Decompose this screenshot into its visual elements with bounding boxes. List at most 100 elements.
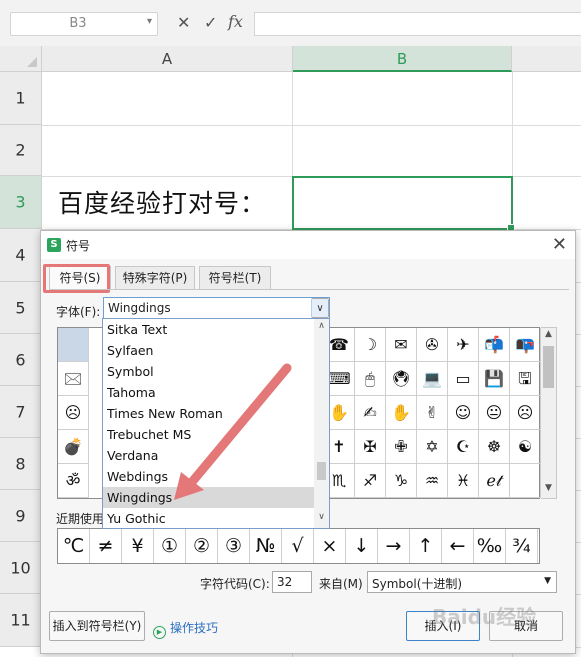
symbol-cell[interactable]: ☯ xyxy=(510,430,541,464)
row-header-11[interactable]: 11 xyxy=(0,594,42,647)
scroll-thumb[interactable] xyxy=(543,346,554,388)
chevron-down-icon[interactable]: ▼ xyxy=(544,576,551,586)
cell-b3-selected[interactable] xyxy=(292,176,515,232)
close-icon[interactable]: ✕ xyxy=(552,234,567,255)
font-option[interactable]: Sylfaen xyxy=(103,340,315,361)
scroll-thumb[interactable] xyxy=(317,462,326,480)
symbol-cell[interactable] xyxy=(510,464,541,498)
symbol-grid-scrollbar[interactable]: ▲ ▼ xyxy=(541,327,557,499)
recent-symbol-cell[interactable]: → xyxy=(378,529,410,563)
from-select[interactable]: Symbol(十进制) ▼ xyxy=(367,571,557,593)
symbol-cell[interactable]: ☹ xyxy=(510,396,541,430)
symbol-cell[interactable]: ☹ xyxy=(58,396,89,430)
symbol-cell[interactable]: ℯ𝓉 xyxy=(479,464,510,498)
recent-symbol-cell[interactable]: ℃ xyxy=(58,529,90,563)
symbol-cell[interactable]: ✡ xyxy=(417,430,448,464)
row-header-5[interactable]: 5 xyxy=(0,282,42,334)
font-option[interactable]: Yu Gothic xyxy=(103,508,315,529)
symbol-cell[interactable]: 📭 xyxy=(510,328,541,362)
recent-symbol-cell[interactable]: ← xyxy=(442,529,474,563)
font-option[interactable]: Times New Roman xyxy=(103,403,315,424)
recent-symbol-cell[interactable]: √ xyxy=(282,529,314,563)
scroll-up-icon[interactable]: ▲ xyxy=(541,329,556,343)
select-all-corner[interactable] xyxy=(0,46,42,72)
symbol-cell[interactable]: ✇ xyxy=(417,328,448,362)
symbol-cell[interactable]: 💾 xyxy=(479,362,510,396)
symbol-cell[interactable]: ☺ xyxy=(448,396,479,430)
insert-to-symbol-bar-button[interactable]: 插入到符号栏(Y) xyxy=(49,611,145,641)
font-option[interactable]: Verdana xyxy=(103,445,315,466)
row-header-8[interactable]: 8 xyxy=(0,438,42,490)
symbol-cell[interactable]: ✈ xyxy=(448,328,479,362)
scroll-down-icon[interactable]: ▼ xyxy=(541,483,556,497)
symbol-cell[interactable]: ✍ xyxy=(355,396,386,430)
recent-symbol-cell[interactable]: ‰ xyxy=(474,529,506,563)
recent-symbol-cell[interactable]: ③ xyxy=(218,529,250,563)
font-option[interactable]: Trebuchet MS xyxy=(103,424,315,445)
symbol-cell[interactable]: ☪ xyxy=(448,430,479,464)
scroll-down-icon[interactable]: ∨ xyxy=(314,512,329,526)
recent-symbol-cell[interactable]: × xyxy=(314,529,346,563)
row-header-7[interactable]: 7 xyxy=(0,386,42,438)
chevron-down-icon[interactable]: ∨ xyxy=(311,298,329,318)
symbol-cell[interactable]: ✋ xyxy=(386,396,417,430)
symbol-cell[interactable]: 💻 xyxy=(417,362,448,396)
symbol-cell[interactable]: 🖫 xyxy=(510,362,541,396)
symbol-cell[interactable]: 📬 xyxy=(479,328,510,362)
font-option[interactable]: Wingdings xyxy=(103,487,315,508)
symbol-cell[interactable]: ✌ xyxy=(417,396,448,430)
symbol-cell[interactable]: ☽ xyxy=(355,328,386,362)
char-code-input[interactable]: 32 xyxy=(272,571,312,593)
recent-symbol-cell[interactable]: ¥ xyxy=(122,529,154,563)
font-option[interactable]: Sitka Text xyxy=(103,319,315,340)
recent-symbol-cell[interactable]: ↑ xyxy=(410,529,442,563)
symbol-cell[interactable]: ♒ xyxy=(417,464,448,498)
font-dropdown-list[interactable]: Yu Gothic Wingdings Webdings Verdana Trebuch… xyxy=(102,318,330,529)
confirm-icon[interactable]: ✓ xyxy=(204,13,217,32)
symbol-cell[interactable]: ♐ xyxy=(355,464,386,498)
row-header-6[interactable]: 6 xyxy=(0,334,42,386)
row-header-4[interactable]: 4 xyxy=(0,229,42,282)
row-header-10[interactable]: 10 xyxy=(0,542,42,594)
column-header-b[interactable]: B xyxy=(293,46,512,72)
symbol-cell[interactable]: ॐ xyxy=(58,464,89,498)
symbol-cell[interactable]: ✉ xyxy=(386,328,417,362)
symbol-cell[interactable]: ▭ xyxy=(448,362,479,396)
name-box[interactable]: B3 ▾ xyxy=(10,12,158,36)
row-header-9[interactable]: 9 xyxy=(0,490,42,542)
insert-function-icon[interactable]: fx xyxy=(228,12,243,31)
dialog-titlebar[interactable]: S 符号 ✕ xyxy=(41,231,575,259)
row-header-2[interactable]: 2 xyxy=(0,125,42,176)
symbol-cell[interactable]: 🖲 xyxy=(386,362,417,396)
recent-symbol-cell[interactable]: ① xyxy=(154,529,186,563)
cell-a3[interactable]: 百度经验打对号： xyxy=(58,184,266,220)
symbol-cell[interactable]: ♑ xyxy=(386,464,417,498)
tab-special-characters[interactable]: 特殊字符(P) xyxy=(115,266,195,290)
row-header-3[interactable]: 3 xyxy=(0,176,42,229)
column-header-a[interactable]: A xyxy=(42,46,293,72)
symbol-cell[interactable]: 😐 xyxy=(479,396,510,430)
recent-symbol-cell[interactable]: ② xyxy=(186,529,218,563)
symbol-cell[interactable]: 🖂 xyxy=(58,362,89,396)
symbol-cell[interactable]: ✠ xyxy=(355,430,386,464)
font-option[interactable]: Webdings xyxy=(103,466,315,487)
symbol-cell[interactable]: ✙ xyxy=(386,430,417,464)
cancel-icon[interactable]: ✕ xyxy=(177,13,190,32)
recent-symbol-cell[interactable]: ¾ xyxy=(506,529,538,563)
symbol-cell[interactable]: 🖱 xyxy=(355,362,386,396)
scroll-up-icon[interactable]: ∧ xyxy=(314,321,329,335)
row-header-1[interactable]: 1 xyxy=(0,72,42,125)
chevron-down-icon[interactable]: ▾ xyxy=(147,16,152,27)
font-dropdown-scrollbar[interactable]: ∧ ∨ xyxy=(314,319,329,528)
font-option[interactable]: Symbol xyxy=(103,361,315,382)
symbol-cell[interactable] xyxy=(58,328,89,362)
font-option[interactable]: Tahoma xyxy=(103,382,315,403)
tab-symbol-bar[interactable]: 符号栏(T) xyxy=(199,266,271,290)
font-select[interactable]: Wingdings ∨ xyxy=(103,297,330,319)
tips-link[interactable]: ▶ 操作技巧 xyxy=(153,619,218,639)
recent-symbol-cell[interactable]: № xyxy=(250,529,282,563)
symbol-cell[interactable]: 💣 xyxy=(58,430,89,464)
recent-symbol-cell[interactable]: ≠ xyxy=(90,529,122,563)
symbol-cell[interactable]: ♓ xyxy=(448,464,479,498)
recent-symbol-cell[interactable]: ↓ xyxy=(346,529,378,563)
